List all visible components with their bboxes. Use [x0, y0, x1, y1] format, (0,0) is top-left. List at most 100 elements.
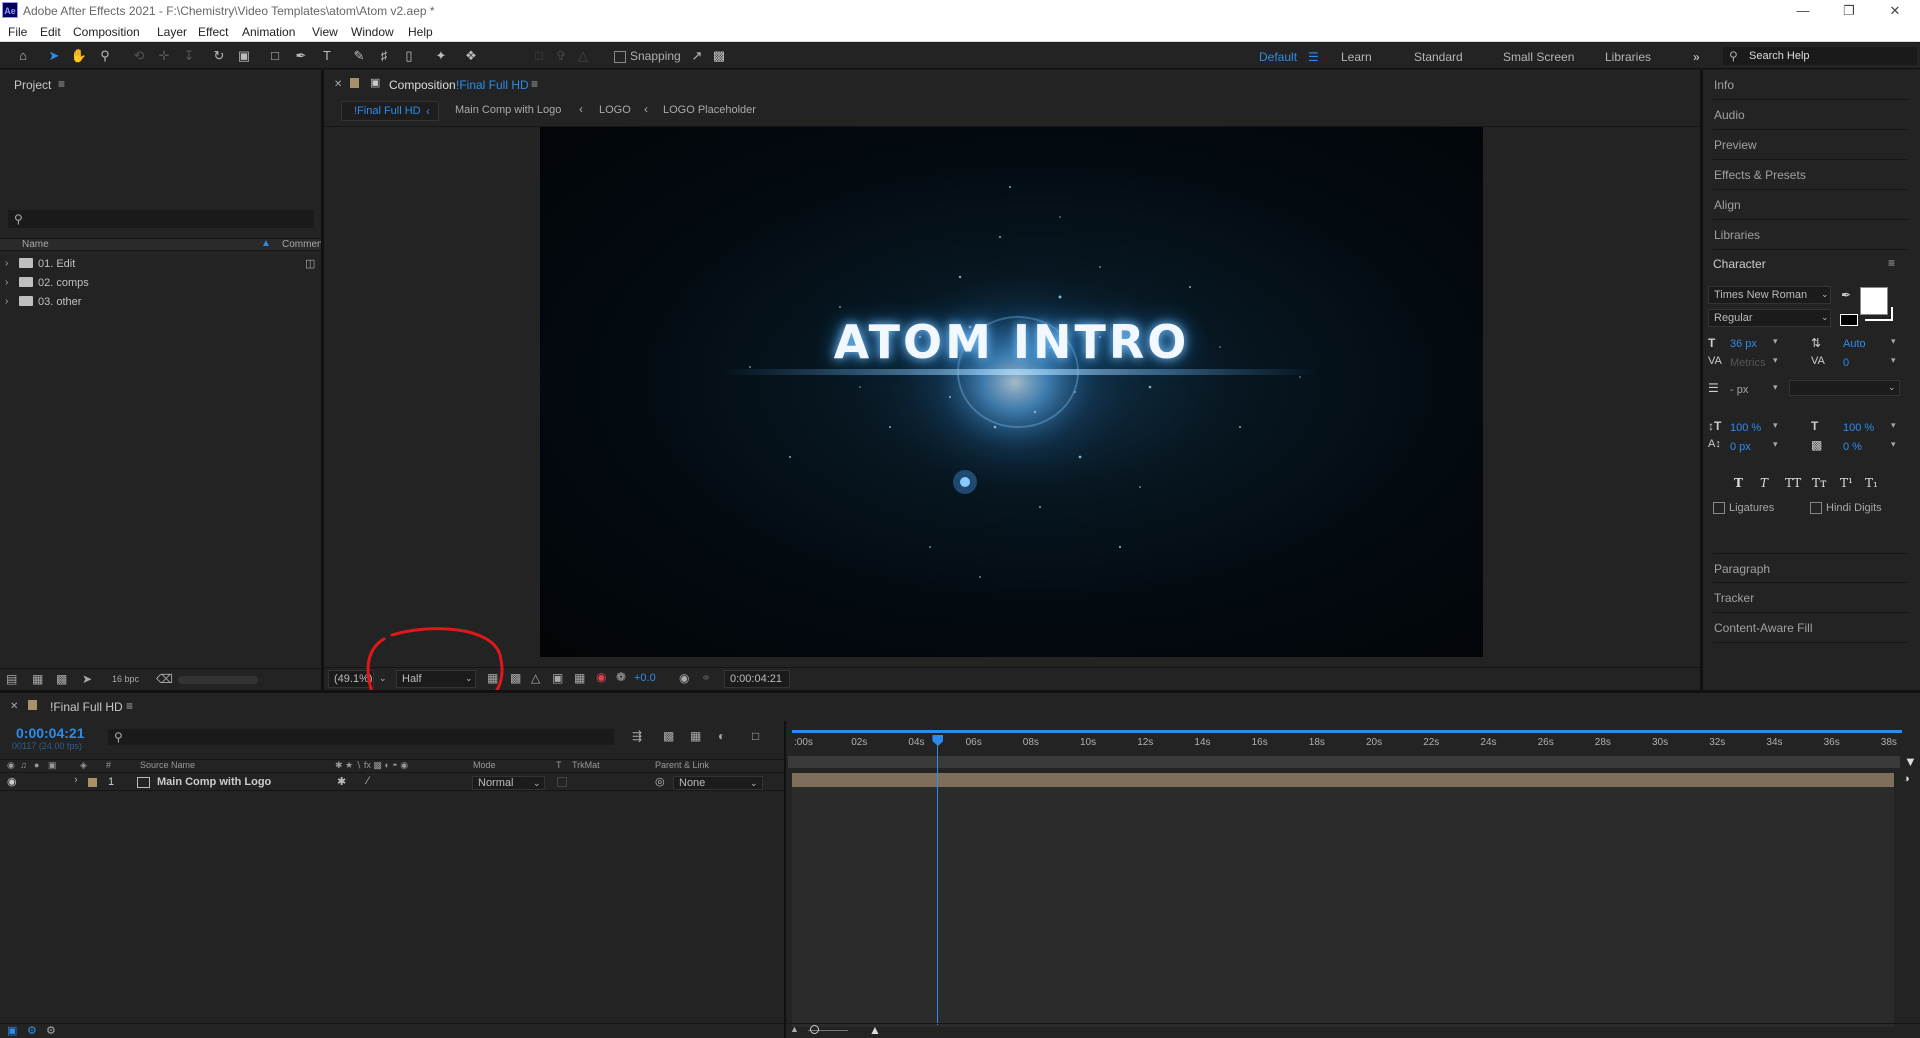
flowchart-icon[interactable]: ◫: [305, 257, 315, 270]
effects-presets-panel-tab[interactable]: Effects & Presets: [1713, 160, 1908, 190]
clone-stamp-icon[interactable]: ♯: [375, 47, 393, 65]
workspace-menu-icon[interactable]: ☰: [1308, 50, 1319, 64]
font-family-dropdown[interactable]: Times New Roman ⌄: [1708, 286, 1831, 304]
view-axis-icon[interactable]: △: [574, 47, 592, 65]
layer-duration-bar[interactable]: [792, 773, 1894, 787]
graph-editor-icon[interactable]: □: [752, 729, 759, 743]
video-visibility-icon[interactable]: ◉: [7, 760, 15, 771]
collapse-transform-icon[interactable]: ✱: [337, 775, 346, 788]
more-workspaces-icon[interactable]: »: [1693, 50, 1700, 64]
search-help-field[interactable]: ⚲ Search Help: [1723, 47, 1917, 65]
parent-dropdown[interactable]: None ⌄: [673, 776, 763, 790]
workspace-libraries[interactable]: Libraries: [1605, 50, 1651, 64]
eye-icon[interactable]: ◉: [7, 775, 17, 788]
comment-column[interactable]: Commen: [282, 239, 323, 250]
composition-tab-prefix[interactable]: Composition: [389, 78, 456, 92]
chevron-down-icon[interactable]: ▾: [1891, 336, 1896, 347]
menu-effect[interactable]: Effect: [198, 25, 228, 39]
breadcrumb-main-comp[interactable]: Main Comp with Logo: [455, 104, 561, 116]
navigator-bar[interactable]: [792, 730, 1902, 733]
render-queue-icon[interactable]: ➤: [82, 672, 92, 686]
timeline-tab-name[interactable]: !Final Full HD: [50, 700, 123, 714]
zoom-tool-icon[interactable]: ⚲: [96, 47, 114, 65]
render-time-icon[interactable]: ▣: [7, 1024, 17, 1037]
quality-icon[interactable]: ∕: [367, 775, 369, 787]
snap-edge-icon[interactable]: ↗: [688, 47, 706, 65]
chevron-down-icon[interactable]: ▾: [1773, 382, 1778, 393]
playhead[interactable]: [932, 735, 944, 1025]
interpret-footage-icon[interactable]: ▤: [6, 672, 17, 686]
superscript-button[interactable]: T¹: [1840, 476, 1853, 490]
menu-window[interactable]: Window: [351, 25, 394, 39]
table-row[interactable]: ◉ › 1 Main Comp with Logo ✱ ∕ Normal ⌄ ◎ …: [0, 774, 785, 791]
sort-ascending-icon[interactable]: ▲: [261, 238, 271, 249]
font-size-value[interactable]: 36 px: [1730, 338, 1757, 350]
workspace-default[interactable]: Default: [1259, 50, 1297, 64]
new-folder-icon[interactable]: ▦: [32, 672, 43, 686]
home-icon[interactable]: ⌂: [14, 47, 32, 65]
stroke-style-dropdown[interactable]: ⌄: [1789, 380, 1900, 396]
chevron-down-icon[interactable]: ▾: [1891, 420, 1896, 431]
ligatures-checkbox[interactable]: [1713, 502, 1725, 515]
audio-panel-tab[interactable]: Audio: [1713, 100, 1908, 130]
eraser-tool-icon[interactable]: ▯: [400, 47, 418, 65]
small-caps-button[interactable]: Tт: [1812, 476, 1827, 490]
grid-guides-icon[interactable]: ▦: [574, 671, 585, 685]
close-tab-icon[interactable]: ✕: [10, 701, 18, 712]
color-channels-icon[interactable]: ◉: [596, 670, 606, 684]
breadcrumb-logo-placeholder[interactable]: LOGO Placeholder: [663, 104, 756, 116]
puppet-pin-icon[interactable]: ❖: [462, 47, 480, 65]
kerning-value[interactable]: Metrics: [1730, 357, 1765, 369]
composition-tab-name[interactable]: !Final Full HD: [456, 78, 529, 92]
type-tool-icon[interactable]: T: [318, 47, 336, 65]
menu-animation[interactable]: Animation: [242, 25, 295, 39]
trash-icon[interactable]: ⌫: [156, 672, 173, 686]
layer-switches-icon[interactable]: ✱ ★ ∖ fx ▩ ◐ ◓ ◉: [335, 760, 408, 771]
breadcrumb-logo[interactable]: LOGO: [599, 104, 631, 116]
vertical-scale-value[interactable]: 100 %: [1730, 422, 1761, 434]
selection-tool-icon[interactable]: ➤: [45, 47, 63, 65]
pan-camera-icon[interactable]: ✛: [155, 47, 173, 65]
comp-end-marker-icon[interactable]: ▼: [1904, 754, 1917, 769]
snapshot-icon[interactable]: ◉: [679, 671, 689, 685]
expand-arrow-icon[interactable]: ›: [5, 296, 8, 307]
project-item[interactable]: › 02. comps: [0, 275, 300, 293]
frame-blending-icon[interactable]: ▦: [690, 729, 701, 743]
label-color-swatch[interactable]: [28, 700, 37, 710]
zoom-slider-handle[interactable]: [810, 1025, 819, 1034]
color-depth-label[interactable]: 16 bpc: [112, 674, 139, 684]
chevron-down-icon[interactable]: ▾: [1773, 355, 1778, 366]
eyedropper-icon[interactable]: ✒: [1841, 288, 1851, 302]
menu-file[interactable]: File: [8, 25, 27, 39]
hand-tool-icon[interactable]: ✋: [70, 47, 88, 65]
expand-arrow-icon[interactable]: ›: [5, 277, 8, 288]
preserve-transparency-toggle[interactable]: [557, 777, 567, 787]
timeline-menu-icon[interactable]: ≡: [126, 699, 133, 713]
comp-marker-bin-icon[interactable]: ◑: [1903, 773, 1910, 785]
expand-arrow-icon[interactable]: ›: [74, 774, 78, 786]
menu-view[interactable]: View: [312, 25, 338, 39]
faux-italic-button[interactable]: T: [1760, 476, 1768, 490]
chevron-down-icon[interactable]: ▾: [1891, 439, 1896, 450]
horizontal-scale-value[interactable]: 100 %: [1843, 422, 1874, 434]
menu-edit[interactable]: Edit: [40, 25, 61, 39]
local-axis-icon[interactable]: □: [530, 47, 548, 65]
lock-icon[interactable]: ▣: [370, 76, 380, 89]
rectangle-tool-icon[interactable]: □: [266, 47, 284, 65]
timeline-current-time[interactable]: 0:00:04:21: [16, 725, 85, 741]
info-panel-tab[interactable]: Info: [1713, 70, 1908, 100]
workspace-small-screen[interactable]: Small Screen: [1503, 50, 1574, 64]
baseline-shift-value[interactable]: 0 px: [1730, 441, 1751, 453]
pick-whip-icon[interactable]: ◎: [655, 775, 665, 788]
composition-flowchart-icon[interactable]: ⇶: [632, 729, 642, 743]
project-tab[interactable]: Project: [14, 78, 51, 92]
menu-help[interactable]: Help: [408, 25, 433, 39]
brush-tool-icon[interactable]: ✎: [350, 47, 368, 65]
pen-tool-icon[interactable]: ✒: [292, 47, 310, 65]
project-item[interactable]: › 01. Edit: [0, 256, 300, 274]
audio-icon[interactable]: ♫: [20, 760, 27, 770]
faux-bold-button[interactable]: T: [1734, 476, 1743, 490]
show-snapshot-icon[interactable]: ⚭: [701, 671, 711, 685]
align-panel-tab[interactable]: Align: [1713, 190, 1908, 220]
lock-icon[interactable]: ▣: [48, 760, 57, 771]
